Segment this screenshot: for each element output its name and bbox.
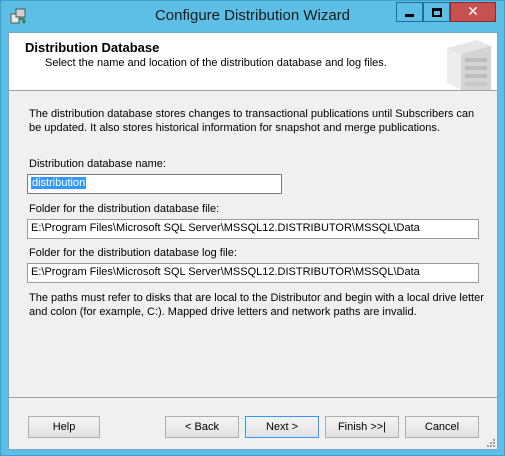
wizard-client-area: Distribution Database Select the name an… bbox=[8, 32, 498, 450]
title-bar[interactable]: Configure Distribution Wizard ✕ bbox=[1, 1, 504, 32]
data-folder-label: Folder for the distribution database fil… bbox=[29, 203, 220, 215]
resize-grip-icon[interactable] bbox=[486, 438, 496, 448]
back-button[interactable]: < Back bbox=[165, 416, 239, 438]
wizard-window: Configure Distribution Wizard ✕ Distribu… bbox=[0, 0, 505, 456]
maximize-button[interactable] bbox=[423, 2, 450, 22]
page-header: Distribution Database Select the name an… bbox=[9, 33, 497, 91]
page-title: Distribution Database bbox=[25, 40, 160, 55]
maximize-icon bbox=[431, 7, 442, 17]
page-subtitle: Select the name and location of the dist… bbox=[45, 57, 387, 69]
minimize-icon bbox=[405, 13, 414, 17]
path-note-text: The paths must refer to disks that are l… bbox=[29, 292, 484, 318]
log-folder-input[interactable]: E:\Program Files\Microsoft SQL Server\MS… bbox=[27, 263, 479, 283]
close-button[interactable]: ✕ bbox=[450, 2, 496, 22]
help-button[interactable]: Help bbox=[28, 416, 100, 438]
data-folder-input[interactable]: E:\Program Files\Microsoft SQL Server\MS… bbox=[27, 219, 479, 239]
db-name-value: distribution bbox=[31, 177, 87, 189]
button-bar: Help < Back Next > Finish >>| Cancel bbox=[9, 397, 497, 449]
db-name-input[interactable]: distribution bbox=[27, 174, 282, 194]
close-icon: ✕ bbox=[467, 4, 479, 20]
log-folder-label: Folder for the distribution database log… bbox=[29, 247, 237, 259]
cancel-button[interactable]: Cancel bbox=[405, 416, 479, 438]
finish-button[interactable]: Finish >>| bbox=[325, 416, 399, 438]
db-name-label: Distribution database name: bbox=[29, 158, 166, 170]
minimize-button[interactable] bbox=[396, 2, 423, 22]
next-button[interactable]: Next > bbox=[245, 416, 319, 438]
server-illustration-icon bbox=[447, 40, 491, 90]
description-text: The distribution database stores changes… bbox=[29, 108, 475, 134]
